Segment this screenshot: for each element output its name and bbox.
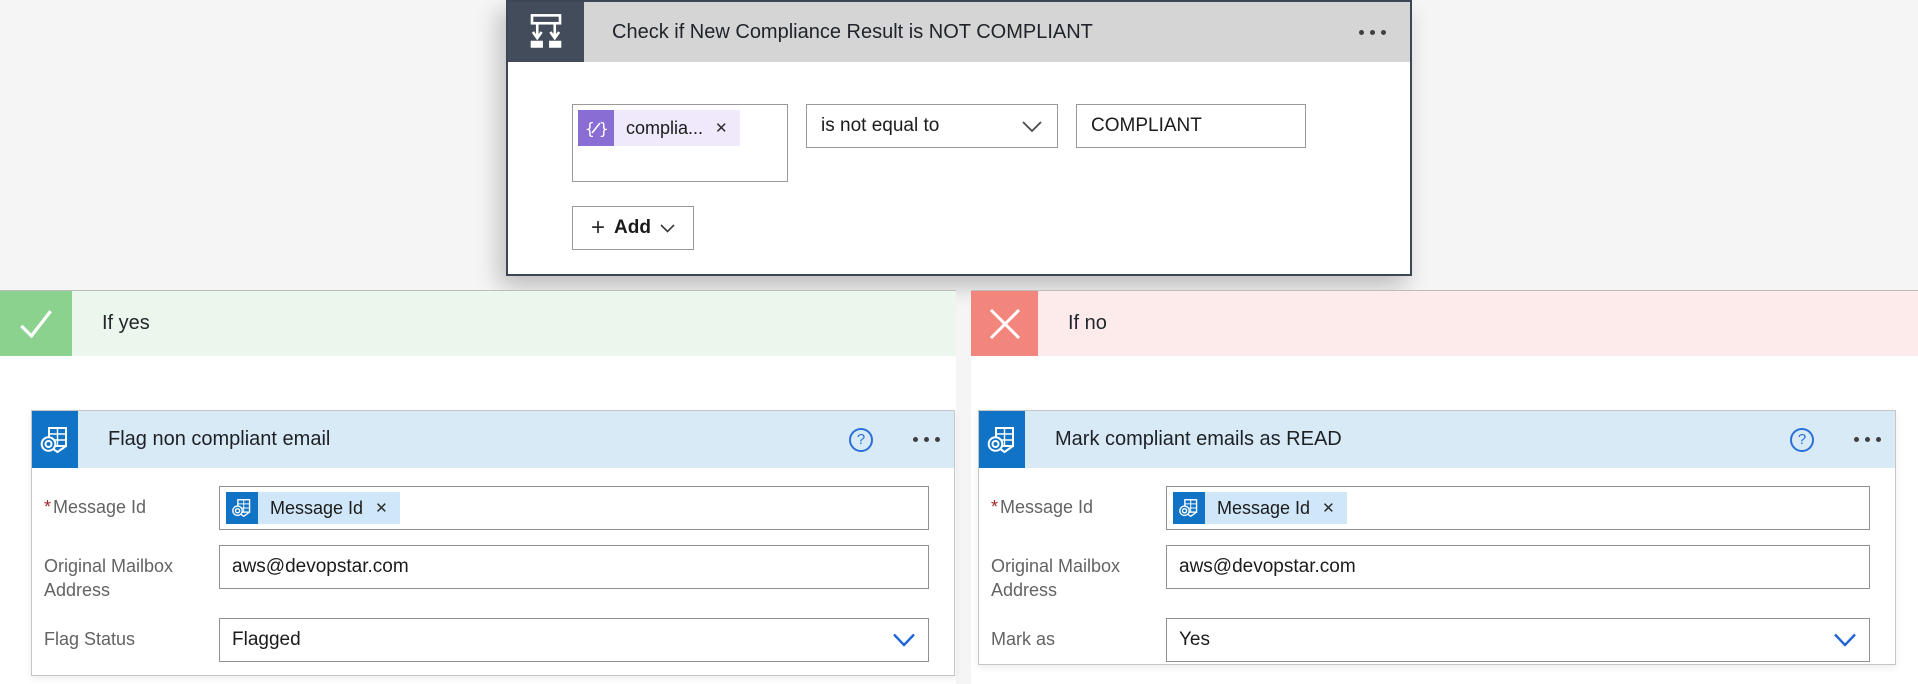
condition-row: { } complia... ✕ is not equal to bbox=[572, 104, 1410, 182]
chevron-down-icon bbox=[1021, 119, 1043, 133]
remove-token-icon[interactable]: ✕ bbox=[375, 499, 388, 517]
token-label: Message Id bbox=[270, 498, 363, 519]
field-row-message-id: * Message Id bbox=[991, 486, 1870, 530]
field-label: *Message Id bbox=[991, 486, 1166, 519]
flag-email-card[interactable]: Flag non compliant email ? * Message Id bbox=[31, 410, 955, 676]
if-yes-label: If yes bbox=[72, 291, 956, 356]
condition-card-header[interactable]: Check if New Compliance Result is NOT CO… bbox=[508, 2, 1410, 62]
chevron-down-icon bbox=[660, 223, 675, 233]
branch-if-yes: If yes Flag non compliant email ? bbox=[0, 290, 956, 684]
token-label: complia... bbox=[626, 118, 703, 139]
svg-text:{: { bbox=[585, 119, 595, 138]
action-title: Flag non compliant email bbox=[108, 428, 849, 451]
original-mailbox-input[interactable]: aws@devopstar.com bbox=[1166, 545, 1870, 589]
selected-value: Yes bbox=[1179, 629, 1210, 651]
chevron-down-icon bbox=[892, 632, 916, 647]
remove-token-icon[interactable]: ✕ bbox=[715, 119, 728, 137]
field-label: Mark as bbox=[991, 618, 1166, 651]
selected-value: Flagged bbox=[232, 629, 301, 651]
add-condition-button[interactable]: + Add bbox=[572, 206, 694, 250]
message-id-token[interactable]: Message Id ✕ bbox=[1173, 492, 1347, 524]
operator-value: is not equal to bbox=[821, 115, 939, 137]
condition-branch-icon bbox=[508, 2, 584, 62]
field-row-message-id: * Message Id bbox=[44, 486, 929, 530]
action-title: Mark compliant emails as READ bbox=[1055, 428, 1790, 451]
condition-operator-select[interactable]: is not equal to bbox=[806, 104, 1058, 148]
field-row-mark-as: Mark as Yes bbox=[991, 618, 1870, 662]
outlook-icon bbox=[979, 411, 1025, 468]
condition-left-operand-input[interactable]: { } complia... ✕ bbox=[572, 104, 788, 182]
branch-if-no: If no Mark compliant emails as READ ? bbox=[971, 290, 1918, 684]
message-id-input[interactable]: Message Id ✕ bbox=[1166, 486, 1870, 530]
help-icon[interactable]: ? bbox=[1790, 428, 1814, 452]
message-id-input[interactable]: Message Id ✕ bbox=[219, 486, 929, 530]
if-no-header: If no bbox=[971, 290, 1918, 356]
check-icon bbox=[0, 291, 72, 356]
chevron-down-icon bbox=[1833, 632, 1857, 647]
field-label: Flag Status bbox=[44, 618, 219, 651]
input-value: aws@devopstar.com bbox=[1179, 556, 1356, 578]
field-row-flag-status: Flag Status Flagged bbox=[44, 618, 929, 662]
condition-value: COMPLIANT bbox=[1091, 115, 1202, 137]
mark-as-select[interactable]: Yes bbox=[1166, 618, 1870, 662]
outlook-icon bbox=[32, 411, 78, 468]
expression-icon: { } bbox=[578, 110, 614, 146]
more-options-icon[interactable] bbox=[1854, 437, 1859, 442]
input-value: aws@devopstar.com bbox=[232, 556, 409, 578]
plus-icon: + bbox=[591, 216, 605, 240]
help-icon[interactable]: ? bbox=[849, 428, 873, 452]
field-label: *Message Id bbox=[44, 486, 219, 519]
condition-card-body: { } complia... ✕ is not equal to bbox=[508, 62, 1410, 250]
outlook-icon bbox=[1173, 492, 1205, 524]
field-row-mailbox: Original Mailbox Address aws@devopstar.c… bbox=[991, 545, 1870, 603]
required-asterisk: * bbox=[44, 497, 51, 517]
outlook-icon bbox=[226, 492, 258, 524]
required-asterisk: * bbox=[991, 497, 998, 517]
message-id-token[interactable]: Message Id ✕ bbox=[226, 492, 400, 524]
field-label: Original Mailbox Address bbox=[991, 545, 1166, 603]
field-label: Original Mailbox Address bbox=[44, 545, 219, 603]
add-button-label: Add bbox=[614, 217, 651, 239]
condition-value-input[interactable]: COMPLIANT bbox=[1076, 104, 1306, 148]
more-options-icon[interactable] bbox=[913, 437, 918, 442]
more-options-icon[interactable] bbox=[1359, 30, 1364, 35]
remove-token-icon[interactable]: ✕ bbox=[1322, 499, 1335, 517]
svg-text:}: } bbox=[599, 119, 608, 138]
mark-read-card[interactable]: Mark compliant emails as READ ? * Message… bbox=[978, 410, 1896, 665]
token-label: Message Id bbox=[1217, 498, 1310, 519]
mark-read-card-header[interactable]: Mark compliant emails as READ ? bbox=[979, 411, 1895, 468]
condition-title: Check if New Compliance Result is NOT CO… bbox=[612, 21, 1359, 44]
dynamic-content-token[interactable]: { } complia... ✕ bbox=[578, 110, 740, 146]
field-row-mailbox: Original Mailbox Address aws@devopstar.c… bbox=[44, 545, 929, 603]
flag-email-card-body: * Message Id bbox=[32, 468, 954, 662]
if-yes-header: If yes bbox=[0, 290, 956, 356]
flag-email-card-header[interactable]: Flag non compliant email ? bbox=[32, 411, 954, 468]
mark-read-card-body: * Message Id bbox=[979, 468, 1895, 662]
x-icon bbox=[971, 291, 1038, 356]
original-mailbox-input[interactable]: aws@devopstar.com bbox=[219, 545, 929, 589]
flag-status-select[interactable]: Flagged bbox=[219, 618, 929, 662]
condition-card[interactable]: Check if New Compliance Result is NOT CO… bbox=[506, 0, 1412, 276]
if-no-label: If no bbox=[1038, 291, 1918, 356]
